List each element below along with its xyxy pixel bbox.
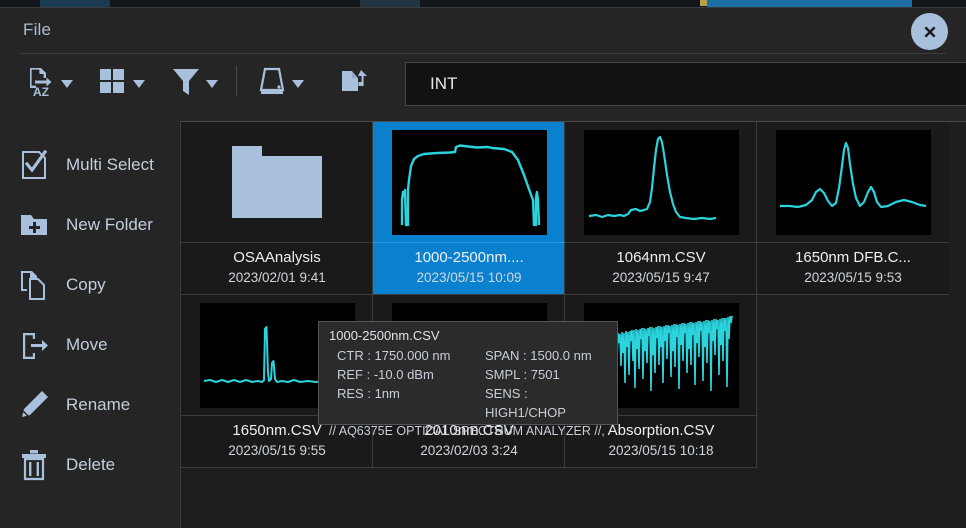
- sidebar-item-delete[interactable]: Delete: [18, 441, 178, 489]
- svg-text:AZ: AZ: [33, 85, 49, 98]
- sort-button[interactable]: AZ: [20, 62, 77, 100]
- bg-window-a: [40, 0, 110, 7]
- file-date: 2023/05/15 9:53: [757, 270, 949, 285]
- desktop-background-strip: [0, 0, 966, 7]
- tooltip-span: SPAN : 1500.0 nm: [485, 346, 607, 365]
- move-arrow-icon: [18, 329, 50, 361]
- tooltip-sens: SENS : HIGH1/CHOP: [485, 384, 607, 422]
- file-thumbnail: [373, 122, 565, 242]
- spectrum-trace: [392, 130, 547, 235]
- tooltip-ctr: CTR : 1750.000 nm: [329, 346, 485, 365]
- sidebar-item-label: New Folder: [66, 215, 153, 235]
- bg-window-titlebar: [707, 0, 912, 7]
- tooltip-row: RES : 1nm SENS : HIGH1/CHOP: [329, 384, 607, 422]
- grid-view-icon: [96, 64, 130, 98]
- file-name: OSAAnalysis: [181, 249, 373, 266]
- sidebar-item-label: Multi Select: [66, 155, 154, 175]
- toolbar-divider: [236, 66, 237, 96]
- file-meta: 1000-2500nm.... 2023/05/15 10:09: [373, 242, 565, 294]
- export-upload-icon: [337, 64, 371, 98]
- sidebar-item-new-folder[interactable]: New Folder: [18, 201, 178, 249]
- file-date: 2023/05/15 10:09: [373, 270, 565, 285]
- sidebar-item-label: Copy: [66, 275, 106, 295]
- file-thumbnail: [565, 122, 757, 242]
- file-date: 2023/05/15 9:55: [181, 443, 373, 458]
- file-date: 2023/02/03 3:24: [373, 443, 565, 458]
- trash-icon: [18, 449, 50, 481]
- sidebar-item-rename[interactable]: Rename: [18, 381, 178, 429]
- sidebar: Multi Select New Folder Copy: [0, 121, 181, 528]
- view-mode-button[interactable]: [92, 62, 149, 100]
- folder-icon: [232, 146, 322, 218]
- chevron-down-icon: [133, 80, 145, 88]
- tooltip-res: RES : 1nm: [329, 384, 485, 422]
- file-name: 1650nm DFB.C...: [757, 249, 949, 266]
- file-info-tooltip: 1000-2500nm.CSV CTR : 1750.000 nm SPAN :…: [318, 321, 618, 425]
- file-name: 1000-2500nm....: [373, 249, 565, 266]
- export-button[interactable]: [333, 62, 375, 100]
- copy-icon: [18, 269, 50, 301]
- tooltip-row: REF : -10.0 dBm SMPL : 7501: [329, 365, 607, 384]
- chevron-down-icon: [61, 80, 73, 88]
- checkbox-document-icon: [18, 149, 50, 181]
- file-thumbnail: [181, 122, 373, 242]
- file-name: 1064nm.CSV: [565, 249, 757, 266]
- file-tile-1650nm-dfb[interactable]: 1650nm DFB.C... 2023/05/15 9:53: [757, 122, 949, 295]
- sidebar-item-copy[interactable]: Copy: [18, 261, 178, 309]
- tooltip-row: CTR : 1750.000 nm SPAN : 1500.0 nm: [329, 346, 607, 365]
- sidebar-item-move[interactable]: Move: [18, 321, 178, 369]
- tooltip-ref: REF : -10.0 dBm: [329, 365, 485, 384]
- drive-select-button[interactable]: [251, 62, 308, 100]
- path-input-value: INT: [430, 74, 457, 94]
- file-tile-folder[interactable]: OSAAnalysis 2023/02/01 9:41: [181, 122, 373, 295]
- folder-plus-icon: [18, 209, 50, 241]
- file-tile-selected[interactable]: 1000-2500nm.... 2023/05/15 10:09: [373, 122, 565, 295]
- chevron-down-icon: [292, 80, 304, 88]
- sort-alphabetical-icon: AZ: [24, 64, 58, 98]
- spectrum-trace: [776, 130, 931, 235]
- file-tile-1064nm[interactable]: 1064nm.CSV 2023/05/15 9:47: [565, 122, 757, 295]
- tooltip-smpl: SMPL : 7501: [485, 365, 607, 384]
- pencil-icon: [18, 389, 50, 421]
- sidebar-item-multi-select[interactable]: Multi Select: [18, 141, 178, 189]
- file-date: 2023/05/15 9:47: [565, 270, 757, 285]
- spectrum-trace: [584, 130, 739, 235]
- tooltip-title: 1000-2500nm.CSV: [329, 328, 607, 343]
- sidebar-item-label: Move: [66, 335, 108, 355]
- sidebar-item-label: Rename: [66, 395, 130, 415]
- file-meta: OSAAnalysis 2023/02/01 9:41: [181, 242, 373, 294]
- file-date: 2023/05/15 10:18: [565, 443, 757, 458]
- file-date: 2023/02/01 9:41: [181, 270, 373, 285]
- drive-icon: [255, 64, 289, 98]
- toolbar: AZ: [20, 53, 946, 111]
- sidebar-item-label: Delete: [66, 455, 115, 475]
- file-thumbnail: [757, 122, 949, 242]
- file-manager-dialog: File AZ: [0, 7, 966, 527]
- dialog-titlebar: File: [0, 8, 966, 53]
- file-meta: 1650nm DFB.C... 2023/05/15 9:53: [757, 242, 949, 294]
- funnel-filter-icon: [169, 64, 203, 98]
- close-icon[interactable]: [911, 13, 948, 50]
- file-menu[interactable]: File: [23, 20, 51, 40]
- file-meta: 1064nm.CSV 2023/05/15 9:47: [565, 242, 757, 294]
- bg-window-b: [360, 0, 420, 7]
- path-input[interactable]: INT: [405, 62, 966, 106]
- filter-button[interactable]: [165, 62, 222, 100]
- tooltip-footer: // AQ6375E OPTICAL SPECTRUM ANALYZER //,: [329, 424, 607, 438]
- chevron-down-icon: [206, 80, 218, 88]
